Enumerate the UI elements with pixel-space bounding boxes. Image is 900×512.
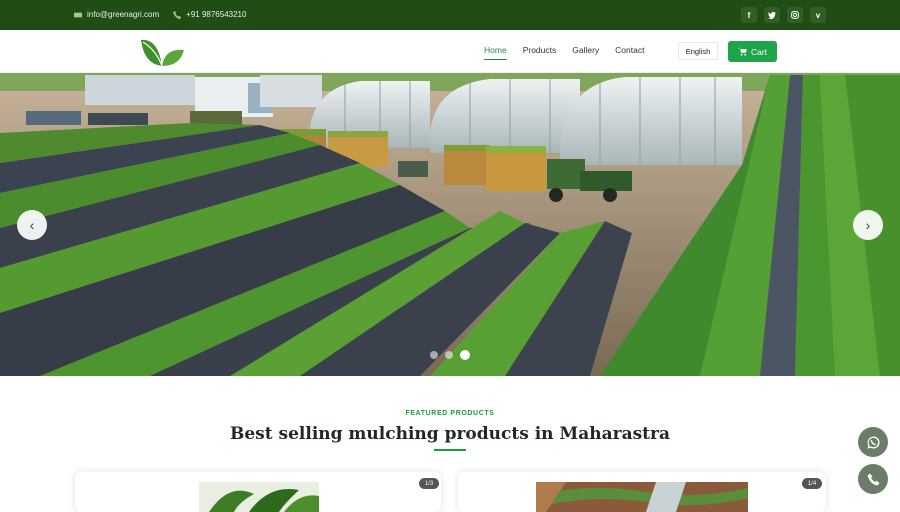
- product-image: [199, 482, 319, 512]
- phone-contact[interactable]: +91 9876543210: [173, 10, 246, 19]
- whatsapp-button[interactable]: [858, 427, 888, 457]
- nav-gallery[interactable]: Gallery: [572, 45, 599, 60]
- chevron-right-icon[interactable]: ›: [853, 210, 883, 240]
- cart-label: Cart: [750, 46, 768, 57]
- slider-dot-2[interactable]: [445, 351, 453, 359]
- instagram-icon[interactable]: [787, 7, 803, 23]
- chevron-left-icon[interactable]: ‹: [17, 210, 47, 240]
- social-links: f v: [741, 7, 826, 23]
- image-counter-badge: 1/4: [802, 478, 822, 489]
- whatsapp-icon: [867, 436, 880, 448]
- phone-icon: [173, 10, 182, 19]
- product-card[interactable]: 1/4: [458, 472, 826, 512]
- slider-dot-3-active[interactable]: [460, 350, 470, 360]
- nav-home[interactable]: Home: [484, 45, 507, 60]
- nav-contact[interactable]: Contact: [615, 45, 644, 60]
- section-title: Best selling mulching products in Mahara…: [229, 424, 671, 444]
- vimeo-icon[interactable]: v: [810, 7, 826, 23]
- site-header: Home Products Gallery Contact English Ca…: [0, 30, 900, 73]
- slider-dots: [430, 350, 470, 360]
- facebook-icon[interactable]: f: [741, 7, 757, 23]
- email-contact[interactable]: info@greenagri.com: [74, 10, 159, 19]
- call-button[interactable]: [858, 464, 888, 494]
- phone-text[interactable]: +91 9876543210: [186, 10, 246, 19]
- nav-products[interactable]: Products: [523, 45, 557, 60]
- envelope-icon: [74, 12, 82, 17]
- twitter-icon[interactable]: [764, 7, 780, 23]
- hero-slider: ‹ ›: [0, 73, 900, 376]
- leaf-logo-icon[interactable]: [138, 36, 186, 68]
- contact-info: info@greenagri.com +91 9876543210: [74, 10, 246, 19]
- language-select[interactable]: English: [678, 42, 718, 60]
- product-image: [536, 482, 748, 512]
- cart-icon: [737, 47, 747, 56]
- hero-farm-image: [0, 73, 900, 376]
- phone-icon: [867, 473, 879, 485]
- top-contact-bar: info@greenagri.com +91 9876543210 f v: [0, 0, 900, 30]
- email-text[interactable]: info@greenagri.com: [87, 10, 159, 19]
- product-card[interactable]: 1/3: [75, 472, 441, 512]
- cart-button[interactable]: Cart: [728, 41, 777, 62]
- section-eyebrow: FEATURED PRODUCTS: [405, 410, 495, 417]
- main-nav: Home Products Gallery Contact: [484, 45, 644, 60]
- title-underline: [434, 449, 466, 451]
- image-counter-badge: 1/3: [419, 478, 439, 489]
- slider-dot-1[interactable]: [430, 351, 438, 359]
